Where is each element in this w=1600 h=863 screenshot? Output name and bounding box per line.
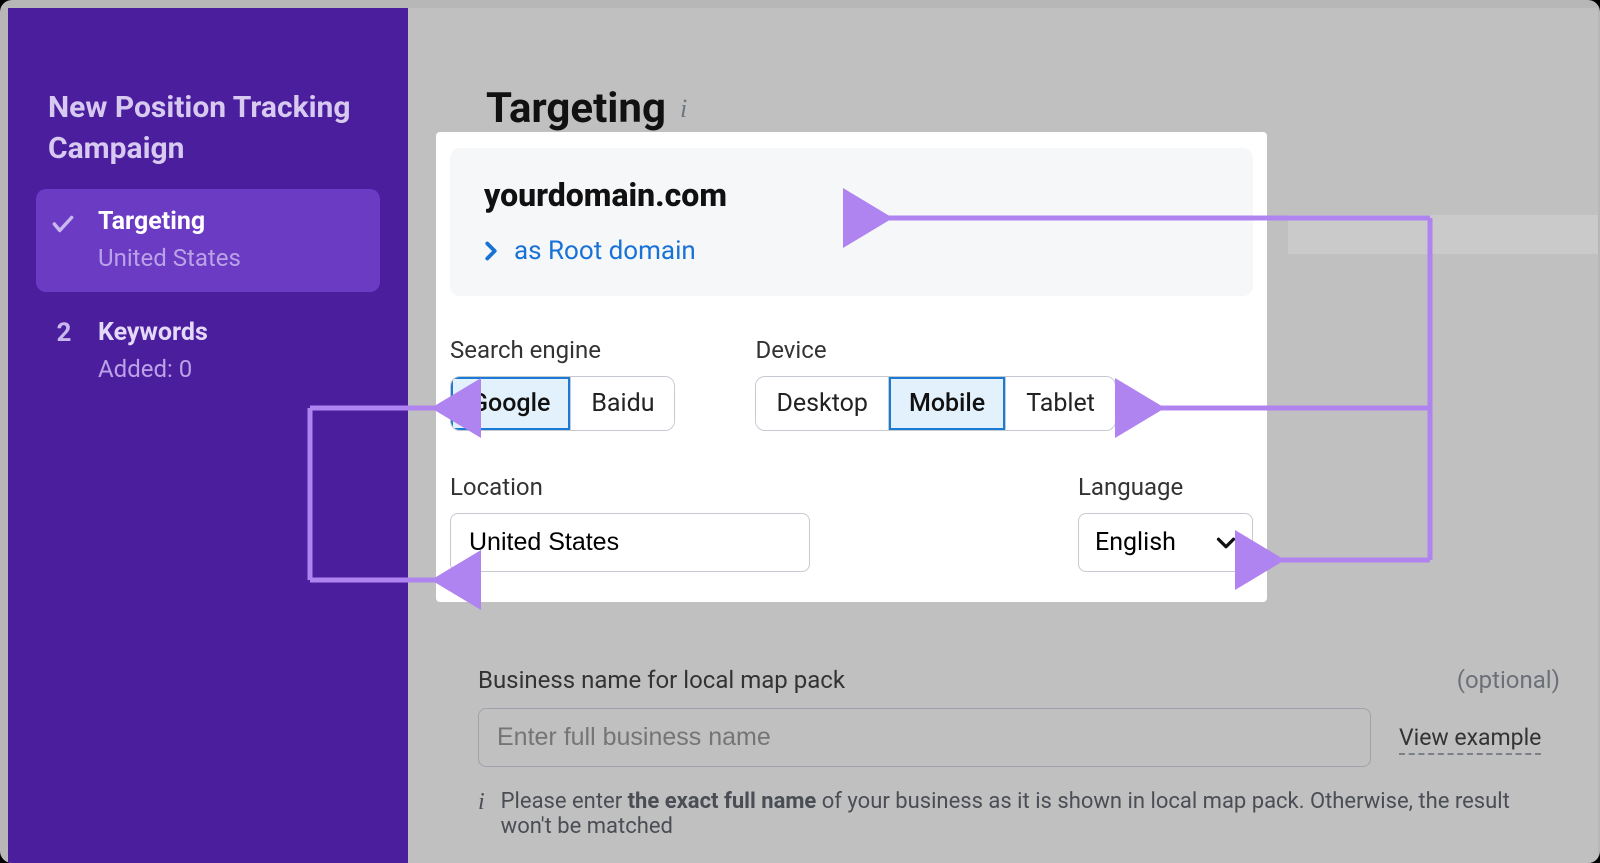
wizard-step-targeting[interactable]: Targeting United States (36, 189, 380, 292)
info-icon[interactable]: i (680, 94, 687, 124)
domain-type-toggle[interactable]: as Root domain (484, 236, 1219, 266)
language-value: English (1095, 528, 1176, 557)
tip-text: Please enter the exact full name of your… (501, 789, 1560, 839)
business-name-input[interactable] (478, 708, 1371, 767)
wizard-step-keywords[interactable]: 2 Keywords Added: 0 (36, 300, 380, 403)
targeting-card: yourdomain.com as Root domain Search eng… (436, 132, 1267, 602)
page-title: Targeting (486, 84, 666, 133)
language-select[interactable]: English (1078, 513, 1253, 572)
business-name-section: Business name for local map pack (option… (478, 666, 1560, 839)
step-index: 2 (50, 318, 78, 383)
step-label: Keywords (98, 318, 366, 347)
location-label: Location (450, 473, 1038, 501)
search-engine-label: Search engine (450, 336, 675, 364)
sidebar-title-line2: Campaign (48, 131, 185, 166)
page-heading: Targeting i (408, 8, 1598, 133)
step-sublabel: Added: 0 (98, 355, 366, 383)
check-icon (50, 211, 76, 237)
sidebar-title-line1: New Position Tracking (48, 90, 351, 125)
search-engine-google[interactable]: Google (451, 377, 571, 430)
device-label: Device (755, 336, 1115, 364)
sidebar-title: New Position Tracking Campaign (8, 40, 408, 189)
optional-label: (optional) (1457, 666, 1560, 694)
info-icon: i (478, 789, 485, 839)
step-label: Targeting (98, 207, 366, 236)
step-sublabel: United States (98, 244, 366, 272)
business-name-label: Business name for local map pack (478, 666, 845, 694)
search-engine-baidu[interactable]: Baidu (571, 377, 674, 430)
search-engine-group: Search engine Google Baidu (450, 336, 675, 431)
location-group: Location (450, 473, 1038, 572)
right-panel-ghost (1288, 215, 1598, 254)
device-group: Device Desktop Mobile Tablet (755, 336, 1115, 431)
chevron-down-icon (1216, 536, 1236, 550)
business-name-tip: i Please enter the exact full name of yo… (478, 789, 1560, 839)
search-engine-segmented: Google Baidu (450, 376, 675, 431)
language-label: Language (1078, 473, 1253, 501)
wizard-sidebar: New Position Tracking Campaign Targeting… (8, 8, 408, 863)
device-desktop[interactable]: Desktop (756, 377, 888, 430)
language-group: Language English (1078, 473, 1253, 572)
device-segmented: Desktop Mobile Tablet (755, 376, 1115, 431)
domain-name: yourdomain.com (484, 176, 1219, 214)
domain-type-label: as Root domain (514, 236, 696, 266)
device-mobile[interactable]: Mobile (889, 377, 1006, 430)
chevron-right-icon (484, 241, 498, 261)
view-example-link[interactable]: View example (1399, 724, 1541, 755)
location-input[interactable] (450, 513, 810, 572)
device-tablet[interactable]: Tablet (1006, 377, 1115, 430)
domain-summary: yourdomain.com as Root domain (450, 148, 1253, 296)
